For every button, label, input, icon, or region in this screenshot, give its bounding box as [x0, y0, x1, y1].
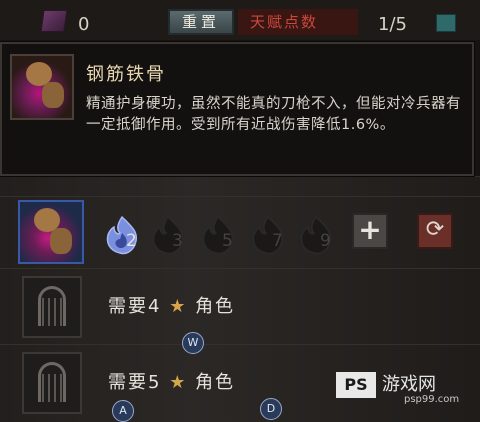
skill-tooltip-icon [10, 54, 74, 120]
refresh-icon[interactable]: ⟳ [417, 213, 453, 249]
star-icon: ★ [169, 296, 188, 317]
key-hint-badge: D [260, 398, 282, 420]
talent-points-label: 天赋点数 [238, 9, 358, 35]
tooltip-title: 钢筋铁骨 [86, 64, 166, 85]
requirement-prefix: 需要4 [108, 296, 162, 317]
requirement-prefix: 需要5 [108, 372, 162, 393]
menu-icon[interactable] [436, 14, 456, 32]
requirement-suffix: 角色 [195, 372, 236, 393]
locked-skill-icon[interactable] [22, 352, 82, 414]
site-watermark: PS 游戏网 psp99.com [336, 368, 474, 412]
talent-points-value: 1/5 [378, 14, 407, 35]
tooltip-description: 精通护身硬功，虽然不能真的刀枪不入，但能对冷兵器有一定抵御作用。受到所有近战伤害… [86, 96, 461, 133]
gem-count: 0 [78, 14, 90, 35]
level-number: 9 [320, 231, 331, 251]
level-number: 3 [172, 231, 183, 251]
level-number: 7 [272, 231, 283, 251]
requirement-suffix: 角色 [195, 296, 236, 317]
key-hint-badge: W [182, 332, 204, 354]
requirement-text: 需要4 ★ 角色 [108, 292, 235, 318]
skill-icon[interactable] [18, 200, 84, 264]
skill-tooltip: 钢筋铁骨 精通护身硬功，虽然不能真的刀枪不入，但能对冷兵器有一定抵御作用。受到所… [0, 42, 474, 176]
locked-skill-icon[interactable] [22, 276, 82, 338]
level-number: 5 [222, 231, 233, 251]
reset-button[interactable]: 重置 [168, 9, 234, 35]
watermark-url: psp99.com [404, 394, 460, 405]
watermark-logo: PS [336, 372, 376, 398]
level-flame-icon: 3 [146, 213, 190, 257]
level-flame-icon: 5 [196, 213, 240, 257]
row-background [0, 176, 480, 196]
top-bar: 0 重置 天赋点数 1/5 [0, 0, 480, 40]
level-number: 2 [126, 231, 137, 251]
level-flame-icon: 7 [246, 213, 290, 257]
star-icon: ★ [169, 372, 188, 393]
gem-icon [40, 10, 68, 32]
level-flame-icon: 9 [294, 213, 338, 257]
key-hint-badge: A [112, 400, 134, 422]
requirement-text: 需要5 ★ 角色 [108, 368, 235, 394]
add-point-button[interactable]: + [352, 213, 388, 249]
level-flame-icon: 2 [100, 213, 144, 257]
watermark-title: 游戏网 [382, 374, 436, 395]
